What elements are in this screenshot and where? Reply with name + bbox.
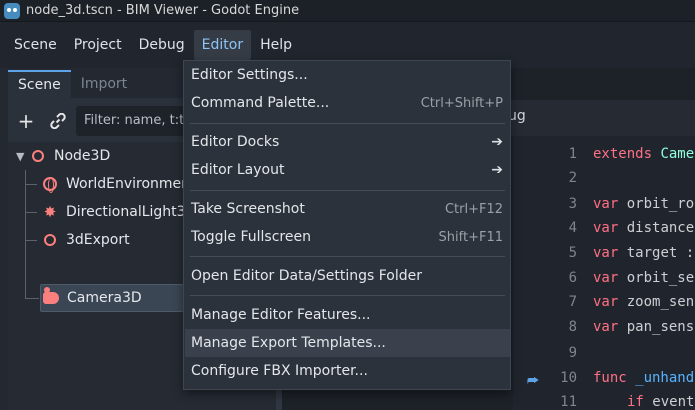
directional-light-icon: ✸ [43,203,57,221]
tree-item-label: DirectionalLight3D [66,204,197,220]
code-line: 9 [568,345,577,361]
chevron-down-icon[interactable]: ▼ [16,150,30,163]
editor-menu-dropdown: Editor Settings... Command Palette... Ct… [183,60,511,390]
menu-item-toggle-fullscreen[interactable]: Toggle Fullscreen Shift+F11 [185,223,510,251]
menu-separator [190,123,505,124]
menu-separator [190,190,505,191]
link-icon [50,113,66,129]
add-node-button[interactable]: + [14,108,38,134]
scene-dock-tabs: Scene Import [8,70,137,98]
window-title: node_3d.tscn - BIM Viewer - Godot Engine [26,3,300,18]
tree-item-label: 3dExport [66,232,130,248]
tab-scene[interactable]: Scene [8,70,71,98]
tree-item-worldenvironment[interactable]: WorldEnvironment [42,170,196,198]
code-line: 6 var orbit_se [568,270,695,286]
code-line: 8 var pan_sens [568,319,695,335]
menu-separator [190,295,505,296]
chevron-right-icon: ➔ [491,134,503,150]
menu-item-open-editor-data-folder[interactable]: Open Editor Data/Settings Folder [185,262,510,290]
menu-project[interactable]: Project [66,30,130,60]
node3d-icon [42,232,58,248]
menu-item-command-palette[interactable]: Command Palette... Ctrl+Shift+P [185,89,510,117]
world-environment-icon [42,176,58,193]
menu-item-editor-settings[interactable]: Editor Settings... [185,61,510,89]
tree-item-node3d[interactable]: ▼ Node3D [16,142,110,170]
menu-item-manage-export-templates[interactable]: Manage Export Templates... [185,329,510,357]
godot-logo-icon [4,2,20,19]
code-line: 4 var distance [568,220,695,236]
title-bar: node_3d.tscn - BIM Viewer - Godot Engine [0,0,695,22]
code-line: 1 extends Came [568,146,695,162]
instance-scene-button[interactable] [46,108,70,134]
code-line: ⮫ 10 func _unhand [513,366,695,390]
tree-item-label: WorldEnvironment [66,176,196,192]
tab-import[interactable]: Import [71,70,137,98]
menu-item-take-screenshot[interactable]: Take Screenshot Ctrl+F12 [185,195,510,223]
tree-item-label: Camera3D [67,290,142,306]
menu-item-configure-fbx-importer[interactable]: Configure FBX Importer... [185,357,510,385]
tree-item-label: Node3D [54,148,111,164]
menu-separator [190,256,505,257]
menu-debug[interactable]: Debug [131,30,193,60]
menu-item-editor-layout[interactable]: Editor Layout ➔ [185,156,510,184]
code-line: 3 var orbit_ro [568,196,695,212]
camera-icon [43,287,59,306]
plus-icon: + [17,109,35,133]
menu-item-editor-docks[interactable]: Editor Docks ➔ [185,128,510,156]
menu-scene[interactable]: Scene [6,30,65,60]
code-line: 5 var target : [568,245,695,261]
code-line: 11 if event [560,394,695,410]
code-line: 7 var zoom_sens [568,294,695,310]
node3d-icon [30,148,46,164]
menu-item-manage-editor-features[interactable]: Manage Editor Features... [185,301,510,329]
tree-item-3dexport[interactable]: 3dExport [42,226,130,254]
code-line: 2 [568,170,577,186]
chevron-right-icon: ➔ [491,162,503,178]
menu-help[interactable]: Help [252,30,300,60]
menu-editor[interactable]: Editor [193,30,252,60]
code-editor[interactable]: 1 extends Came 2 3 var orbit_ro 4 var di… [513,136,695,410]
tree-item-directionallight3d[interactable]: ✸ DirectionalLight3D [42,198,197,226]
